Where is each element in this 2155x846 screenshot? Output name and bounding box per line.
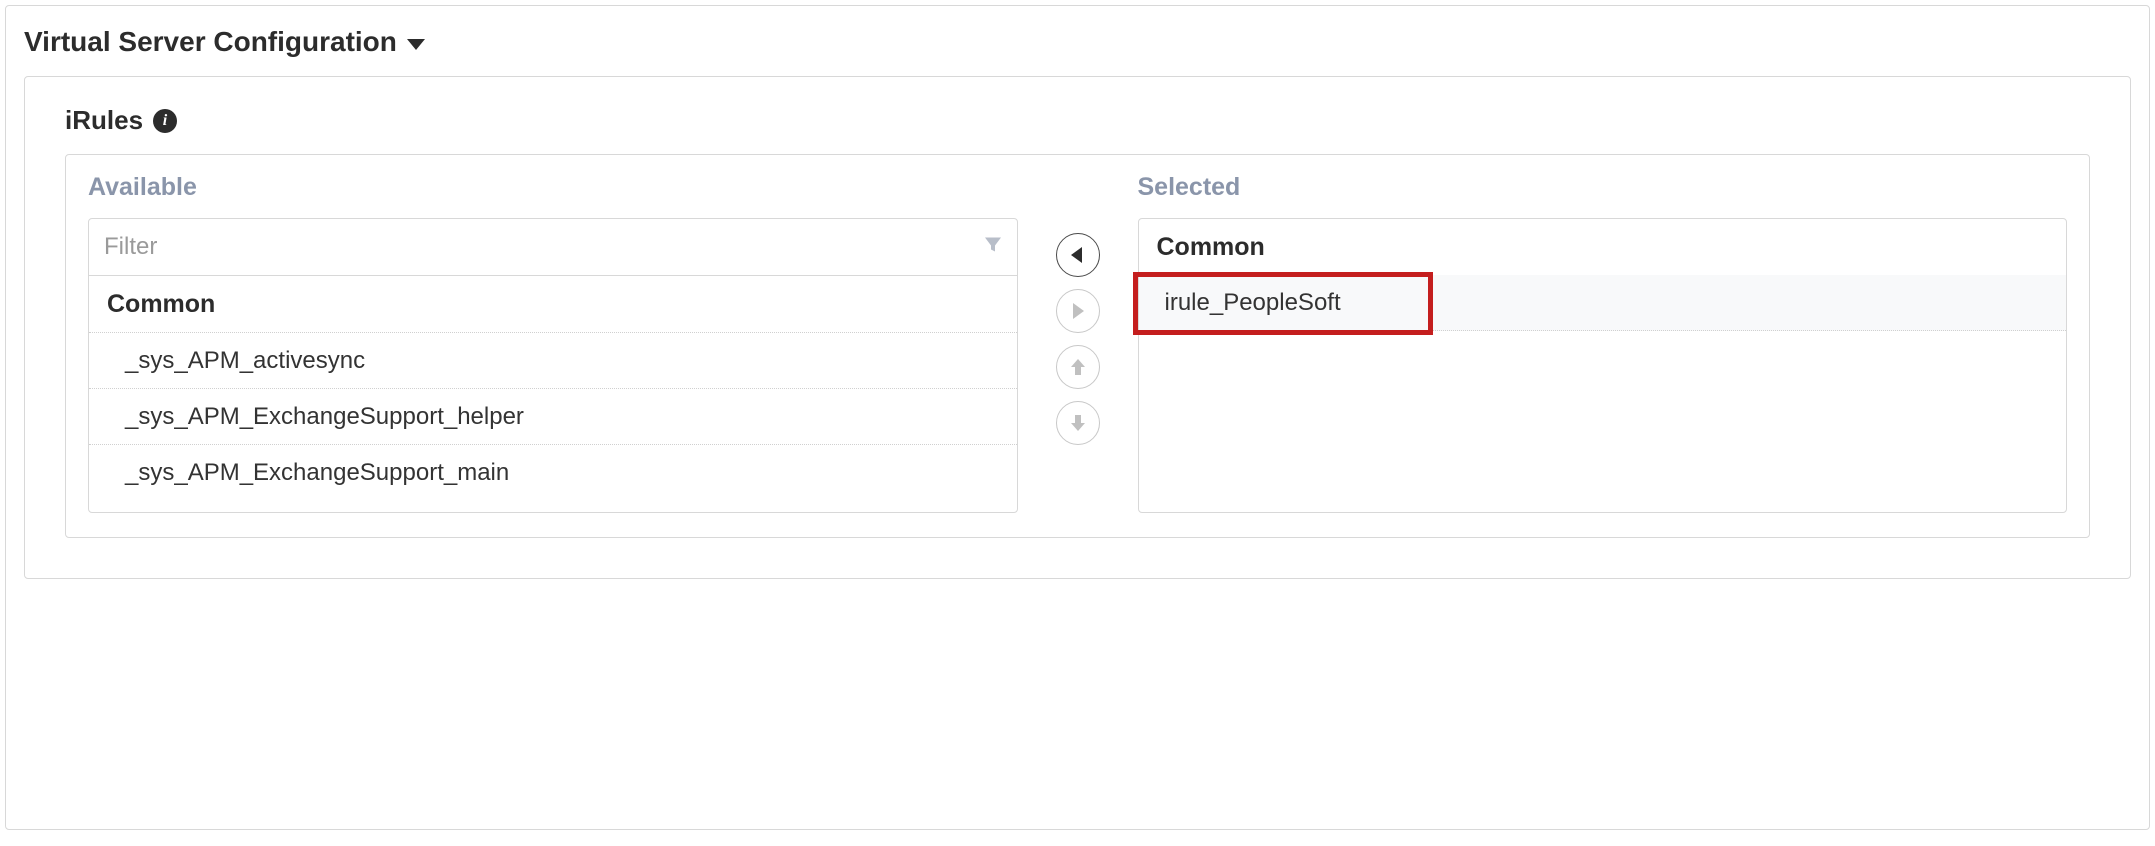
filter-icon[interactable] [983, 235, 1003, 260]
available-column: Available Common _sys_APM_activesync _sy… [88, 173, 1018, 513]
available-listbox: Common _sys_APM_activesync _sys_APM_Exch… [88, 218, 1018, 513]
list-item[interactable]: _sys_APM_ExchangeSupport_helper [89, 389, 1017, 445]
arrow-up-icon [1069, 357, 1087, 377]
available-group-header: Common [89, 276, 1017, 333]
selected-listbox: Common irule_PeopleSoft [1138, 218, 2068, 513]
selected-group-header: Common [1139, 219, 2067, 275]
section-body: iRules i Available Common _sys_APM_activ… [24, 76, 2131, 579]
list-item[interactable]: _sys_APM_ExchangeSupport_main [89, 445, 1017, 500]
move-right-button[interactable] [1056, 289, 1100, 333]
info-icon[interactable]: i [153, 109, 177, 133]
move-down-button[interactable] [1056, 401, 1100, 445]
caret-down-icon [407, 39, 425, 50]
available-title: Available [88, 173, 1018, 202]
triangle-left-icon [1071, 247, 1082, 263]
irules-header: iRules i [65, 105, 2090, 136]
selected-column: Selected Common irule_PeopleSoft [1138, 173, 2068, 513]
filter-input[interactable] [89, 219, 1017, 275]
section-header[interactable]: Virtual Server Configuration [24, 26, 2131, 58]
selected-title: Selected [1138, 173, 2068, 202]
section-title: Virtual Server Configuration [24, 26, 397, 58]
config-panel: Virtual Server Configuration iRules i Av… [5, 5, 2150, 830]
triangle-right-icon [1073, 303, 1084, 319]
list-item[interactable]: _sys_APM_activesync [89, 333, 1017, 389]
selected-row: irule_PeopleSoft [1139, 275, 2067, 331]
list-item[interactable]: irule_PeopleSoft [1139, 275, 2067, 330]
shuttle-controls [1043, 173, 1113, 513]
shuttle-panel: Available Common _sys_APM_activesync _sy… [65, 154, 2090, 538]
irules-label: iRules [65, 105, 143, 136]
move-up-button[interactable] [1056, 345, 1100, 389]
arrow-down-icon [1069, 413, 1087, 433]
move-left-button[interactable] [1056, 233, 1100, 277]
filter-wrap [89, 219, 1017, 276]
